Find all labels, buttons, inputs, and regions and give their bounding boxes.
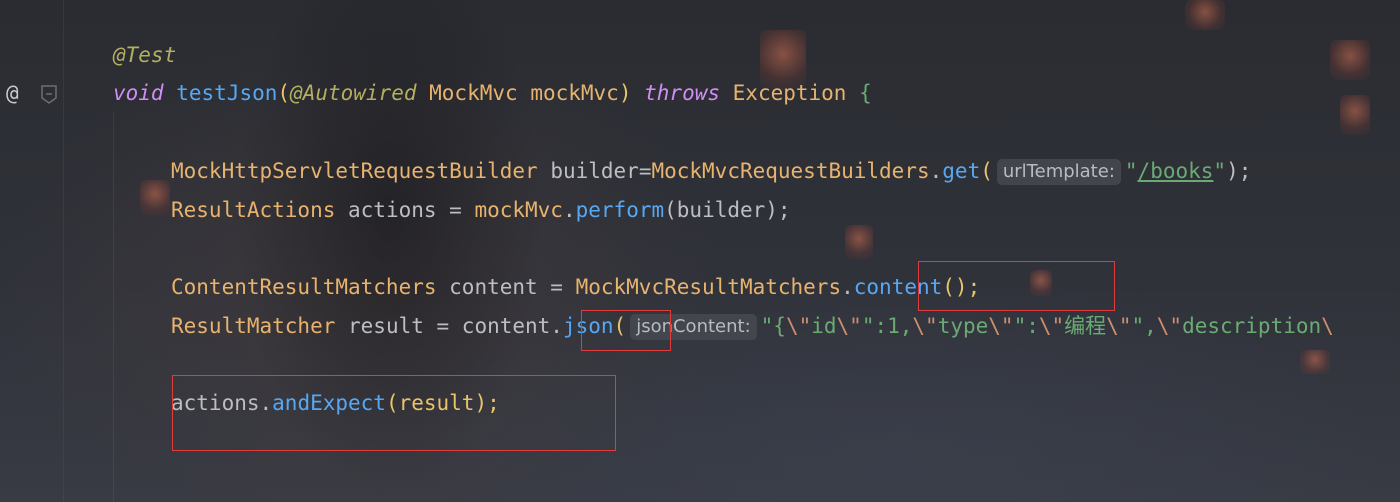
highlight-box-and-expect bbox=[172, 375, 616, 451]
code-line-result-matcher: ResultMatcher result = content.json(json… bbox=[171, 314, 1334, 340]
code-line-method-signature: void testJson(@Autowired MockMvc mockMvc… bbox=[113, 81, 872, 105]
highlight-box-json bbox=[581, 310, 671, 351]
code-line-builder: MockHttpServletRequestBuilder builder=Mo… bbox=[171, 159, 1252, 185]
parameter-hint-url-template: urlTemplate: bbox=[996, 159, 1121, 185]
code-line-actions: ResultActions actions = mockMvc.perform(… bbox=[171, 198, 791, 222]
url-link[interactable]: /books bbox=[1138, 159, 1214, 183]
highlight-box-content bbox=[918, 261, 1115, 311]
code-line-annotation: @Test bbox=[113, 43, 177, 67]
code-line-content-matchers: ContentResultMatchers content = MockMvcR… bbox=[171, 275, 981, 299]
